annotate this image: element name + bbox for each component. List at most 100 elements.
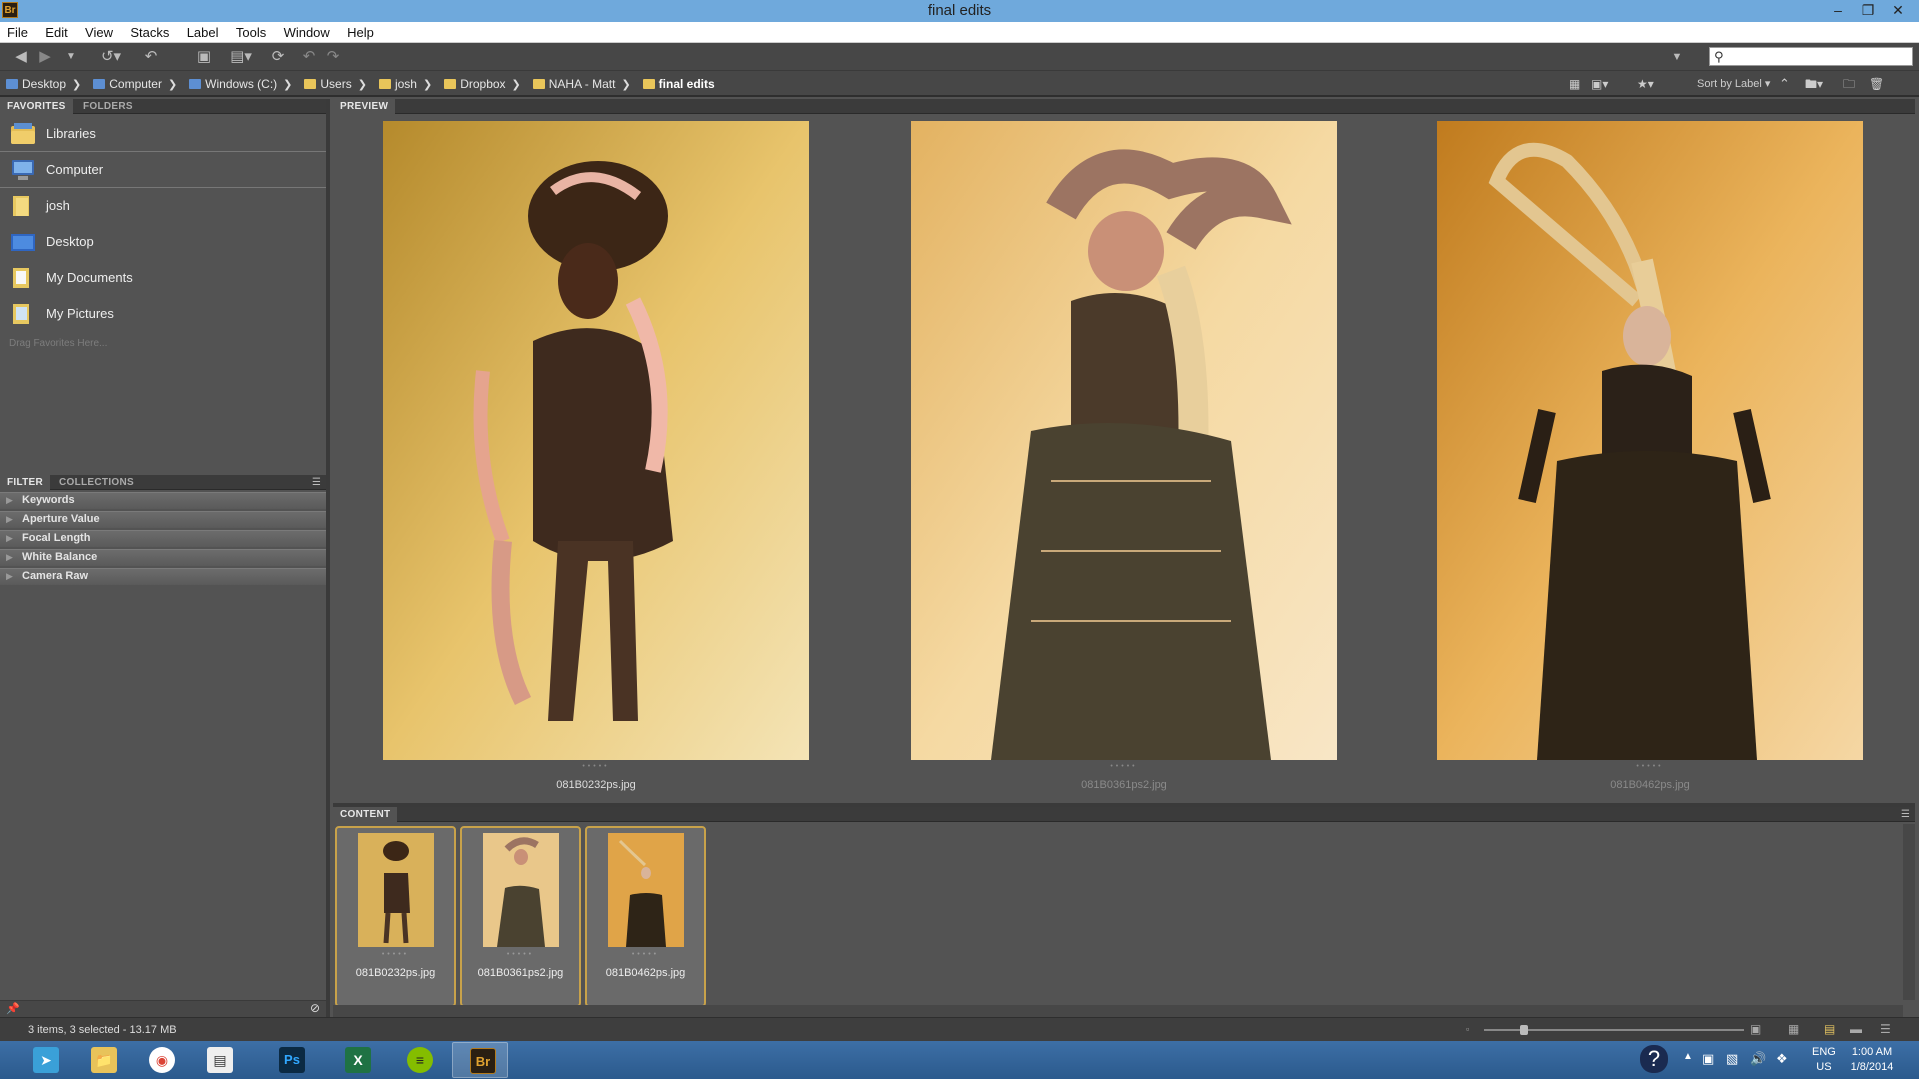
- forward-arrow-icon[interactable]: ▶: [36, 47, 54, 67]
- breadcrumb-users[interactable]: Users ❯: [304, 77, 375, 91]
- favorite-josh[interactable]: josh: [0, 188, 326, 224]
- tab-collections[interactable]: COLLECTIONS: [52, 475, 141, 490]
- preview-image-3[interactable]: [1437, 121, 1863, 760]
- sort-ascending-icon[interactable]: ⌃: [1779, 76, 1790, 92]
- menu-label[interactable]: Label: [180, 22, 226, 43]
- view-options-icon[interactable]: ▣▾: [1591, 76, 1608, 92]
- favorite-my-documents[interactable]: My Documents: [0, 260, 326, 296]
- restore-icon[interactable]: ❐: [1855, 0, 1881, 22]
- panel-menu-icon[interactable]: ☰: [1901, 807, 1910, 822]
- favorite-libraries[interactable]: Libraries: [0, 116, 326, 152]
- preview-image-2[interactable]: [911, 121, 1337, 760]
- breadcrumb-naha-matt[interactable]: NAHA - Matt ❯: [532, 77, 639, 91]
- taskbar-chrome[interactable]: ◉: [132, 1042, 188, 1078]
- rotate-left-icon[interactable]: ↶: [300, 47, 318, 67]
- back-arrow-icon[interactable]: ◀: [12, 47, 30, 67]
- menu-help[interactable]: Help: [340, 22, 381, 43]
- volume-icon[interactable]: 🔊: [1750, 1051, 1766, 1067]
- chevron-right-icon[interactable]: ❯: [423, 78, 432, 91]
- chevron-right-icon[interactable]: ❯: [72, 78, 81, 91]
- menu-tools[interactable]: Tools: [229, 22, 273, 43]
- filter-white-balance[interactable]: ▶ White Balance: [0, 549, 326, 566]
- tab-filter[interactable]: FILTER: [0, 475, 51, 490]
- rating-dots[interactable]: •••••: [462, 951, 579, 958]
- search-input[interactable]: [1732, 49, 1908, 65]
- open-recent-folder-icon[interactable]: 🖿▾: [1805, 76, 1823, 92]
- view-list-icon[interactable]: ☰: [1880, 1022, 1891, 1036]
- rating-dots-1[interactable]: •••••: [383, 763, 809, 770]
- sort-by-dropdown[interactable]: Sort by Label ▾: [1697, 76, 1770, 92]
- input-language[interactable]: ENG US: [1812, 1045, 1836, 1075]
- rating-dots-3[interactable]: •••••: [1437, 763, 1863, 770]
- content-thumbnail-3[interactable]: ••••• 081B0462ps.jpg: [585, 826, 706, 1007]
- view-thumbnails-icon[interactable]: ▤: [1824, 1022, 1835, 1036]
- chevron-right-icon[interactable]: ❯: [358, 78, 367, 91]
- system-clock[interactable]: 1:00 AM 1/8/2014: [1842, 1045, 1902, 1075]
- delete-trash-icon[interactable]: 🗑: [1869, 76, 1884, 92]
- new-folder-icon[interactable]: 🗀: [1843, 76, 1855, 92]
- chevron-right-icon[interactable]: ❯: [283, 78, 292, 91]
- rating-dots[interactable]: •••••: [587, 951, 704, 958]
- menu-view[interactable]: View: [78, 22, 120, 43]
- breadcrumb-dropbox[interactable]: Dropbox ❯: [444, 77, 529, 91]
- tab-folders[interactable]: FOLDERS: [76, 99, 140, 114]
- breadcrumb-final-edits[interactable]: final edits: [642, 77, 715, 91]
- taskbar-bridge[interactable]: Br: [452, 1042, 508, 1078]
- rotate-right-icon[interactable]: ↷: [324, 47, 342, 67]
- refine-dropdown-icon[interactable]: ▤▾: [226, 47, 256, 67]
- filter-keywords[interactable]: ▶ Keywords: [0, 492, 326, 509]
- pin-icon[interactable]: 📌: [6, 1002, 20, 1015]
- rating-dots-2[interactable]: •••••: [911, 763, 1337, 770]
- filter-aperture-value[interactable]: ▶ Aperture Value: [0, 511, 326, 528]
- preview-image-1[interactable]: [383, 121, 809, 760]
- thumbnail-size-slider[interactable]: [1484, 1025, 1744, 1035]
- chevron-right-icon[interactable]: ❯: [168, 78, 177, 91]
- camera-download-icon[interactable]: ▣: [194, 47, 214, 67]
- slider-knob[interactable]: [1520, 1025, 1528, 1035]
- reveal-recent-icon[interactable]: ↺▾: [98, 47, 124, 67]
- favorite-computer[interactable]: Computer: [0, 152, 326, 188]
- menu-stacks[interactable]: Stacks: [123, 22, 176, 43]
- lock-grid-icon[interactable]: ▦: [1788, 1022, 1799, 1036]
- clear-filter-icon[interactable]: ⊘: [310, 1001, 320, 1015]
- zoom-out-icon[interactable]: ▫: [1466, 1024, 1469, 1034]
- favorite-desktop[interactable]: Desktop: [0, 224, 326, 260]
- breadcrumb-josh[interactable]: josh ❯: [378, 77, 440, 91]
- open-in-camera-raw-icon[interactable]: ⟳: [268, 47, 288, 67]
- rating-dots[interactable]: •••••: [337, 951, 454, 958]
- breadcrumb-windows-c[interactable]: Windows (C:) ❯: [189, 77, 300, 91]
- breadcrumb-desktop[interactable]: Desktop ❯: [6, 77, 89, 91]
- minimize-icon[interactable]: –: [1825, 0, 1851, 22]
- star-filter-icon[interactable]: ★▾: [1637, 76, 1654, 92]
- tab-preview[interactable]: PREVIEW: [333, 99, 396, 114]
- breadcrumb-computer[interactable]: Computer ❯: [93, 77, 185, 91]
- history-dropdown-icon[interactable]: ▼: [64, 47, 78, 67]
- taskbar-photoshop[interactable]: Ps: [262, 1042, 318, 1078]
- filter-camera-raw[interactable]: ▶ Camera Raw: [0, 568, 326, 585]
- help-question-icon[interactable]: ?: [1640, 1045, 1668, 1073]
- close-icon[interactable]: ✕: [1885, 0, 1911, 22]
- thumbnail-quality-icon[interactable]: ▦: [1569, 76, 1580, 92]
- taskbar-window[interactable]: ▤: [190, 1042, 246, 1078]
- tab-content[interactable]: CONTENT: [333, 807, 398, 822]
- taskbar-spotify[interactable]: ≡: [390, 1042, 446, 1078]
- content-thumbnail-2[interactable]: ••••• 081B0361ps2.jpg: [460, 826, 581, 1007]
- taskbar-file-explorer[interactable]: 📁: [74, 1042, 130, 1078]
- network-icon[interactable]: ▧: [1726, 1051, 1738, 1067]
- taskbar-excel[interactable]: X: [328, 1042, 384, 1078]
- tray-app-icon[interactable]: ▣: [1702, 1051, 1714, 1067]
- content-thumbnail-1[interactable]: ••••• 081B0232ps.jpg: [335, 826, 456, 1007]
- chevron-right-icon[interactable]: ❯: [512, 78, 521, 91]
- favorite-my-pictures[interactable]: My Pictures: [0, 296, 326, 332]
- menu-edit[interactable]: Edit: [38, 22, 74, 43]
- dropbox-tray-icon[interactable]: ❖: [1776, 1051, 1788, 1067]
- boomerang-icon[interactable]: ↶: [142, 47, 160, 67]
- view-details-icon[interactable]: ▬: [1850, 1022, 1862, 1036]
- content-vertical-scrollbar[interactable]: [1903, 824, 1915, 1000]
- menu-file[interactable]: File: [0, 22, 35, 43]
- zoom-in-icon[interactable]: ▣: [1750, 1022, 1761, 1036]
- tray-overflow-icon[interactable]: ▲: [1683, 1051, 1693, 1062]
- content-horizontal-scrollbar[interactable]: [333, 1005, 1903, 1017]
- filter-focal-length[interactable]: ▶ Focal Length: [0, 530, 326, 547]
- panel-menu-icon[interactable]: ☰: [312, 475, 321, 490]
